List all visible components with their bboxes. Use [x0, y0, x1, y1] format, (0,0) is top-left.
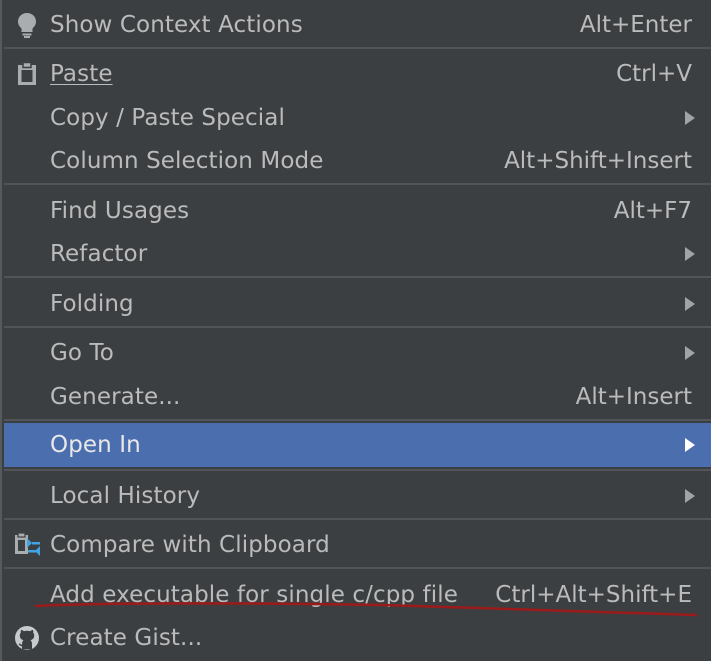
context-menu: Show Context Actions Alt+Enter Paste Ctr… — [0, 0, 711, 661]
annotation-underline — [34, 602, 698, 617]
